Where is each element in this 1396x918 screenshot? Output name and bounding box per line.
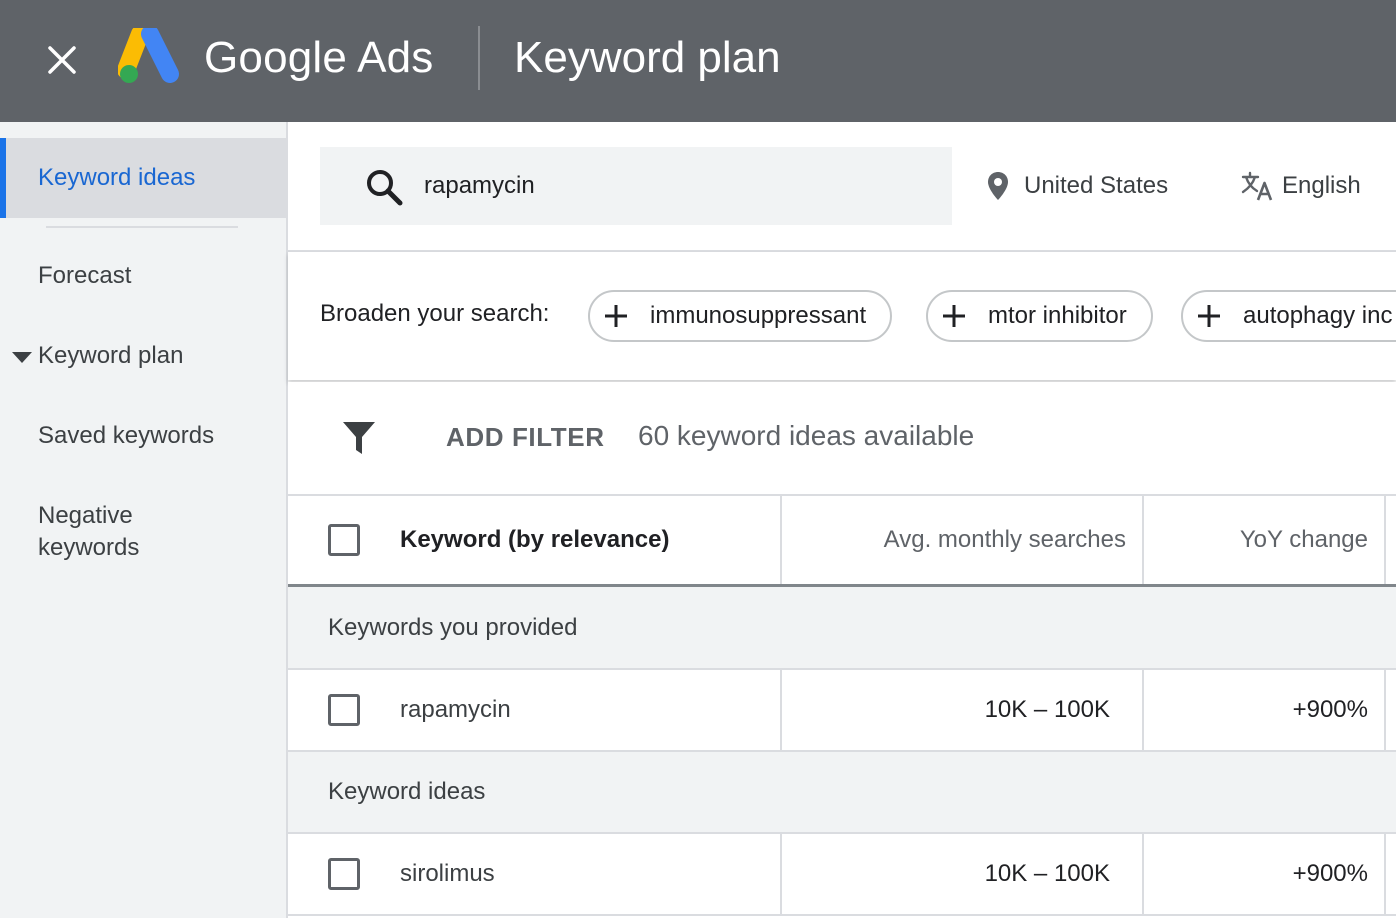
chip-mtor-inhibitor[interactable]: mtor inhibitor	[926, 290, 1153, 342]
language-label: English	[1282, 172, 1361, 199]
language-selector[interactable]: English	[1240, 168, 1361, 204]
column-header-avg-searches[interactable]: Avg. monthly searches	[782, 496, 1126, 584]
add-filter-button[interactable]: ADD FILTER	[446, 422, 605, 453]
sidebar-item-keyword-plan[interactable]: Keyword plan	[0, 338, 286, 374]
brand-name: Google Ads	[204, 33, 434, 82]
cell-yoy: +900%	[1292, 696, 1368, 723]
sidebar-item-label-line2: keywords	[38, 534, 140, 561]
sidebar-item-label: Forecast	[38, 262, 132, 289]
ideas-count: 60 keyword ideas available	[638, 420, 975, 451]
sidebar-divider	[46, 226, 238, 228]
column-divider	[1384, 670, 1386, 750]
keyword-table: Keyword (by relevance) Avg. monthly sear…	[288, 494, 1396, 918]
google-ads-logo-icon	[118, 28, 179, 83]
select-all-checkbox[interactable]	[328, 524, 360, 556]
group-label: Keyword ideas	[328, 778, 486, 805]
chip-autophagy[interactable]: autophagy inc	[1181, 290, 1396, 342]
translate-icon	[1241, 171, 1273, 201]
sidebar: Keyword ideas Forecast Keyword plan Save…	[0, 122, 286, 918]
sidebar-item-keyword-ideas[interactable]: Keyword ideas	[0, 138, 286, 218]
location-label: United States	[1024, 172, 1169, 199]
plus-icon	[943, 305, 965, 327]
column-header-yoy[interactable]: YoY change	[1144, 496, 1368, 584]
sidebar-item-label: Saved keywords	[38, 422, 215, 449]
table-header-row: Keyword (by relevance) Avg. monthly sear…	[288, 494, 1396, 587]
sidebar-item-label: Keyword plan	[38, 342, 184, 369]
close-button[interactable]	[40, 38, 84, 82]
chip-immunosuppressant[interactable]: immunosuppressant	[588, 290, 893, 342]
search-input[interactable]	[424, 167, 924, 205]
sidebar-item-negative-keywords[interactable]: Negative keywords	[0, 498, 286, 568]
column-divider	[1384, 834, 1386, 914]
row-checkbox[interactable]	[328, 858, 360, 890]
plus-icon	[1198, 305, 1220, 327]
column-header-keyword[interactable]: Keyword (by relevance)	[400, 496, 669, 584]
filter-row: ADD FILTER 60 keyword ideas available	[288, 382, 1396, 494]
sidebar-item-forecast[interactable]: Forecast	[0, 258, 286, 294]
broaden-search-panel: Broaden your search: immunosuppressant m…	[288, 252, 1396, 380]
column-divider	[1384, 496, 1386, 584]
filter-icon[interactable]	[342, 420, 376, 456]
sidebar-item-saved-keywords[interactable]: Saved keywords	[0, 418, 286, 454]
group-label: Keywords you provided	[328, 613, 578, 641]
cell-yoy: +900%	[1292, 860, 1368, 887]
chip-label: autophagy inc	[1243, 302, 1393, 329]
cell-avg-searches: 10K – 100K	[984, 696, 1110, 723]
page-title: Keyword plan	[514, 33, 781, 82]
chip-label: mtor inhibitor	[988, 302, 1127, 329]
location-pin-icon	[988, 172, 1008, 200]
sidebar-item-label: Keyword ideas	[38, 164, 196, 191]
search-box[interactable]	[320, 147, 952, 225]
sidebar-item-label-line1: Negative	[38, 502, 133, 529]
table-row: rapamycin 10K – 100K +900%	[288, 670, 1396, 752]
close-icon	[48, 46, 76, 74]
table-row: sirolimus 10K – 100K +900%	[288, 834, 1396, 916]
search-icon	[367, 170, 403, 206]
active-indicator	[0, 138, 6, 218]
location-selector[interactable]: United States	[984, 168, 1168, 204]
group-row-provided: Keywords you provided	[288, 587, 1396, 670]
group-row-ideas: Keyword ideas	[288, 752, 1396, 834]
header-divider	[478, 26, 480, 90]
row-checkbox[interactable]	[328, 694, 360, 726]
caret-down-icon	[12, 352, 32, 363]
plus-icon	[605, 305, 627, 327]
top-bar: Google Ads Keyword plan	[0, 0, 1396, 122]
cell-avg-searches: 10K – 100K	[984, 860, 1110, 887]
chip-label: immunosuppressant	[650, 302, 867, 329]
cell-keyword: rapamycin	[400, 696, 511, 723]
broaden-label: Broaden your search:	[320, 300, 550, 327]
cell-keyword: sirolimus	[400, 860, 495, 887]
